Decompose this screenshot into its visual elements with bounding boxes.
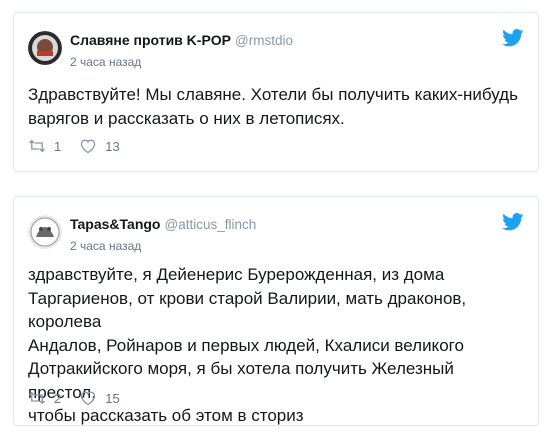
like-button[interactable]: 13 xyxy=(79,138,120,154)
tweet-card[interactable]: Славяне против K-POP @rmstdio 2 часа наза… xyxy=(13,12,539,172)
retweet-button[interactable]: 1 xyxy=(28,138,61,154)
twitter-bird-icon[interactable] xyxy=(502,213,524,231)
heart-icon xyxy=(81,139,96,154)
retweet-count: 1 xyxy=(54,138,62,154)
heart-icon xyxy=(81,391,96,406)
author-name[interactable]: Славяне против K-POP xyxy=(70,32,231,48)
like-count: 15 xyxy=(105,390,120,406)
timestamp[interactable]: 2 часа назад xyxy=(70,55,141,69)
retweet-count: 2 xyxy=(54,390,62,406)
twitter-bird-icon[interactable] xyxy=(502,29,524,47)
avatar[interactable] xyxy=(28,215,62,249)
retweet-icon xyxy=(29,139,45,153)
like-button[interactable]: 15 xyxy=(79,390,120,406)
tweet-card[interactable]: Tapas&Tango @atticus_flinch 2 часа назад … xyxy=(13,196,539,426)
author-handle[interactable]: @rmstdio xyxy=(235,33,293,48)
author-name[interactable]: Tapas&Tango xyxy=(70,216,161,232)
like-count: 13 xyxy=(105,138,120,154)
timestamp[interactable]: 2 часа назад xyxy=(70,239,141,253)
retweet-icon xyxy=(29,391,45,405)
tweet-text: Здравствуйте! Мы славяне. Хотели бы полу… xyxy=(28,85,518,128)
avatar[interactable] xyxy=(28,31,62,65)
retweet-button[interactable]: 2 xyxy=(28,390,61,406)
author-handle[interactable]: @atticus_flinch xyxy=(165,217,257,232)
